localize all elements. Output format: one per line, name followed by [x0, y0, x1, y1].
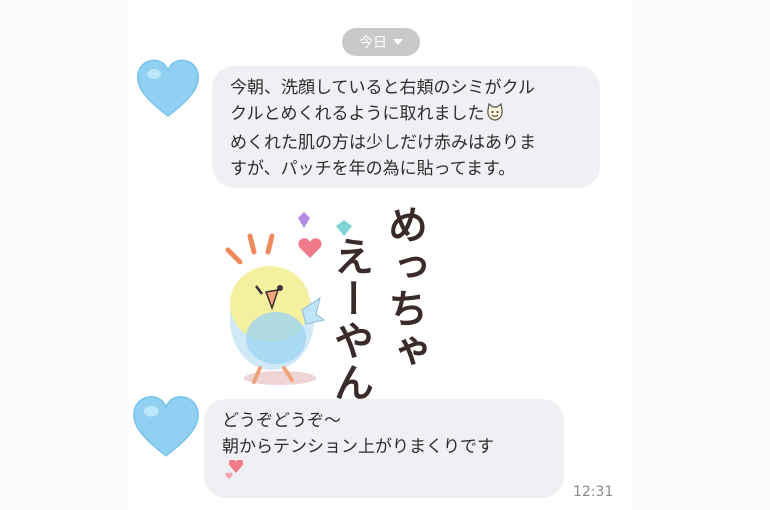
blue-heart-icon [133, 396, 199, 457]
sticker-text: めっちゃ [381, 204, 427, 372]
message-line: クルとめくれるように取れました [230, 104, 485, 124]
cat-face-emoji-icon [485, 102, 505, 130]
message-line: どうぞどうぞ～ [222, 411, 341, 431]
chevron-down-icon [393, 39, 403, 45]
avatar[interactable] [130, 390, 202, 460]
blue-heart-icon [136, 59, 200, 117]
sticker-text: えーやん [327, 236, 373, 404]
message-bubble[interactable]: どうぞどうぞ～ 朝からテンション上がりまくりです [204, 399, 564, 498]
message-line: 朝からテンション上がりまくりです [222, 437, 494, 457]
avatar[interactable] [134, 54, 202, 120]
message-timestamp: 12:31 [573, 484, 614, 500]
message-bubble[interactable]: 今朝、洗顔していると右頬のシミがクル クルとめくれるように取れました めくれた肌… [212, 66, 600, 188]
two-hearts-emoji-icon [222, 459, 546, 488]
message-line: すが、パッチを年の為に貼ってます。 [230, 159, 516, 179]
message-line: めくれた肌の方は少しだけ赤みはありま [230, 133, 536, 153]
date-label: 今日 [359, 35, 387, 51]
date-dropdown[interactable]: 今日 [342, 28, 420, 56]
message-line: 今朝、洗顔していると右頬のシミがクル [230, 78, 535, 98]
